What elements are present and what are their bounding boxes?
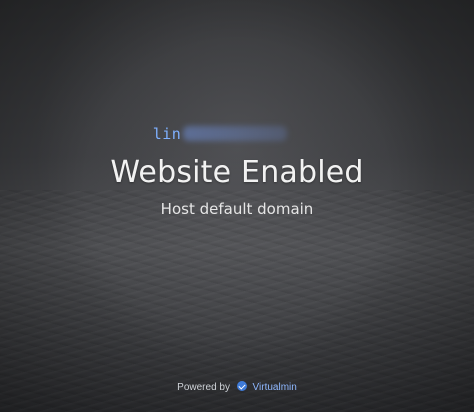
page-subtitle: Host default domain bbox=[160, 200, 314, 218]
page-title: Website Enabled bbox=[110, 155, 364, 190]
virtualmin-link[interactable]: Virtualmin bbox=[253, 382, 297, 393]
default-domain-page: lin Website Enabled Host default domain … bbox=[0, 0, 474, 412]
footer: Powered by Virtualmin bbox=[0, 381, 474, 394]
hostname-line: lin bbox=[153, 125, 288, 145]
background-texture bbox=[0, 190, 474, 412]
powered-by-label: Powered by bbox=[177, 382, 230, 393]
hostname-redacted bbox=[183, 126, 288, 141]
virtualmin-check-icon bbox=[236, 381, 247, 391]
hostname-prefix: lin bbox=[152, 125, 182, 143]
main-content: lin Website Enabled Host default domain bbox=[0, 125, 474, 219]
